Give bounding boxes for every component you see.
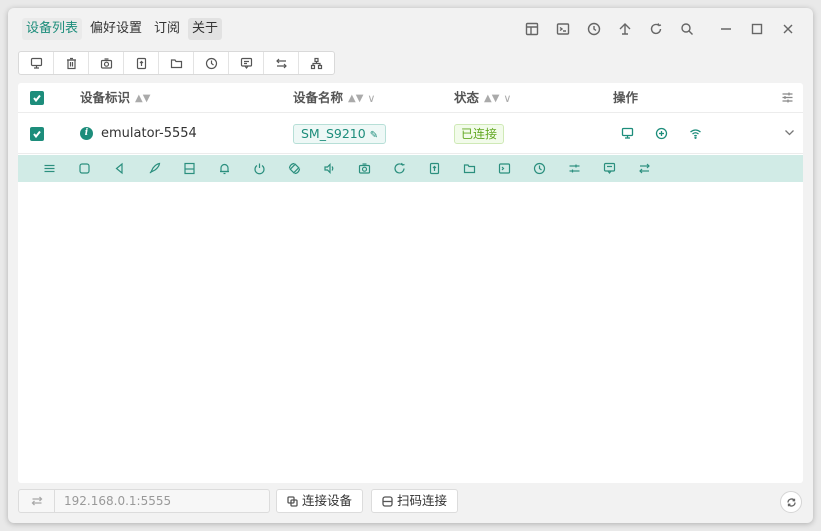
message-icon[interactable] (229, 52, 264, 74)
wifi-icon[interactable] (689, 127, 702, 144)
add-icon[interactable] (655, 127, 668, 144)
connect-device-label: 连接设备 (302, 493, 353, 508)
table-row[interactable]: i emulator-5554 SM_S9210 ✎ 已连接 (18, 114, 803, 154)
bottom-bar: 连接设备 扫码连接 (8, 483, 813, 523)
row-actions (621, 127, 702, 144)
screenshot-icon[interactable] (358, 162, 371, 179)
history-icon[interactable] (578, 18, 609, 40)
tab-about[interactable]: 关于 (188, 18, 223, 40)
settings-icon[interactable] (568, 162, 581, 179)
address-input[interactable] (55, 490, 269, 512)
rotate-icon[interactable] (288, 162, 301, 179)
upload-icon[interactable] (428, 162, 441, 179)
column-actions-label: 操作 (613, 90, 639, 105)
column-name-label: 设备名称 (293, 90, 344, 105)
swap-icon[interactable] (264, 52, 299, 74)
address-field (18, 489, 270, 513)
info-icon[interactable]: i (80, 127, 93, 140)
refresh-icon (786, 497, 796, 507)
upload-file-icon[interactable] (124, 52, 159, 74)
column-status[interactable]: 状态 ▲▼ ∨ (454, 83, 511, 113)
trash-icon[interactable] (54, 52, 89, 74)
title-actions (516, 18, 803, 40)
tab-device-list[interactable]: 设备列表 (22, 18, 83, 40)
column-name[interactable]: 设备名称 ▲▼ ∨ (293, 83, 375, 113)
status-badge: 已连接 (454, 124, 505, 144)
link-icon (287, 495, 298, 507)
device-icon[interactable] (19, 52, 54, 74)
refresh-icon[interactable] (640, 18, 671, 40)
swap-icon[interactable] (638, 162, 651, 179)
swap-icon[interactable] (19, 490, 55, 512)
home-icon[interactable] (78, 162, 91, 179)
select-all-checkbox[interactable] (30, 91, 44, 105)
app-window: 设备列表 偏好设置 订阅 关于 设备标识 ▲▼ 设备名称 ▲▼ ∨ 状态 ▲▼ … (8, 8, 813, 523)
device-name: SM_S9210 (301, 126, 366, 141)
menu-icon[interactable] (43, 162, 56, 179)
filter-chevron-icon[interactable]: ∨ (503, 84, 511, 114)
filter-chevron-icon[interactable]: ∨ (367, 84, 375, 114)
tab-subscription[interactable]: 订阅 (150, 18, 184, 40)
mirror-screen-icon[interactable] (621, 127, 634, 144)
keyboard-icon[interactable] (183, 162, 196, 179)
folder-icon[interactable] (159, 52, 194, 74)
terminal-icon[interactable] (498, 162, 511, 179)
network-icon[interactable] (299, 52, 334, 74)
device-name-badge[interactable]: SM_S9210 ✎ (293, 124, 387, 144)
search-icon[interactable] (671, 18, 702, 40)
title-bar: 设备列表 偏好设置 订阅 关于 (8, 8, 813, 50)
close-icon[interactable] (772, 18, 803, 40)
scan-icon (382, 495, 393, 507)
clock-icon[interactable] (194, 52, 229, 74)
column-serial[interactable]: 设备标识 ▲▼ (80, 83, 150, 113)
edit-icon[interactable]: ✎ (370, 130, 378, 141)
device-control-bar (18, 155, 803, 182)
reboot-icon[interactable] (393, 162, 406, 179)
connect-device-button[interactable]: 连接设备 (276, 489, 364, 513)
sort-icon[interactable]: ▲▼ (135, 84, 150, 114)
table-header: 设备标识 ▲▼ 设备名称 ▲▼ ∨ 状态 ▲▼ ∨ 操作 (18, 83, 803, 113)
column-settings-icon[interactable] (781, 91, 794, 108)
column-serial-label: 设备标识 (80, 90, 131, 105)
minimize-icon[interactable] (710, 18, 741, 40)
maximize-icon[interactable] (741, 18, 772, 40)
refresh-button[interactable] (780, 491, 802, 513)
pin-icon[interactable] (609, 18, 640, 40)
layout-icon[interactable] (516, 18, 547, 40)
message-icon[interactable] (603, 162, 616, 179)
column-actions: 操作 (613, 83, 638, 113)
sort-icon[interactable]: ▲▼ (348, 84, 363, 114)
device-table: 设备标识 ▲▼ 设备名称 ▲▼ ∨ 状态 ▲▼ ∨ 操作 i emulator-5554 … (18, 83, 803, 483)
volume-icon[interactable] (323, 162, 336, 179)
terminal-icon[interactable] (547, 18, 578, 40)
power-icon[interactable] (253, 162, 266, 179)
camera-icon[interactable] (89, 52, 124, 74)
rocket-icon[interactable] (148, 162, 161, 179)
scan-connect-label: 扫码连接 (397, 493, 448, 508)
notification-icon[interactable] (218, 162, 231, 179)
scan-connect-button[interactable]: 扫码连接 (371, 489, 459, 513)
sort-icon[interactable]: ▲▼ (484, 84, 499, 114)
expand-chevron-icon[interactable] (784, 127, 795, 142)
folder-icon[interactable] (463, 162, 476, 179)
tab-preferences[interactable]: 偏好设置 (86, 18, 146, 40)
row-checkbox[interactable] (30, 127, 44, 141)
device-serial: emulator-5554 (101, 126, 197, 141)
back-icon[interactable] (113, 162, 126, 179)
device-toolbar (18, 51, 335, 75)
clock-icon[interactable] (533, 162, 546, 179)
nav-tabs: 设备列表 偏好设置 订阅 关于 (22, 18, 223, 40)
column-status-label: 状态 (454, 90, 480, 105)
